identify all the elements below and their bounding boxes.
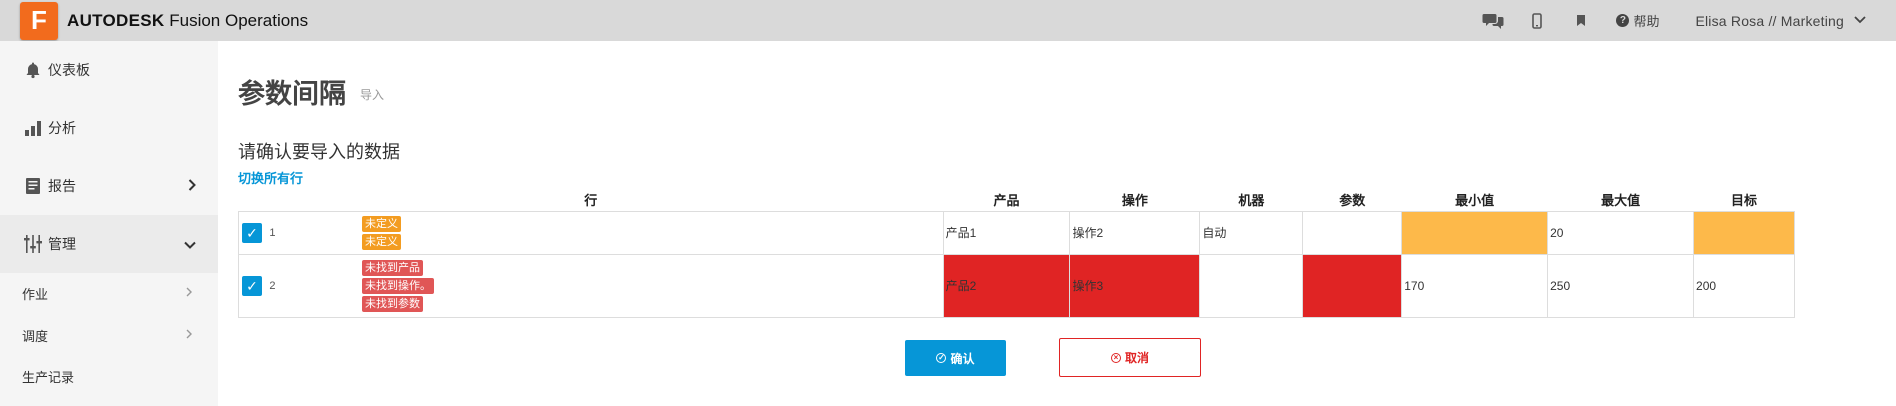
app-title: AUTODESK Fusion Operations [67,11,308,31]
sidebar: 仪表板 分析 报告 管理 作业 调度 生产记录 [0,41,218,406]
row-messages: 未找到产品 未找到操作。 未找到参数 [362,256,434,316]
sidebar-item-label: 管理 [48,236,76,252]
mobile-icon[interactable] [1522,0,1552,41]
cell-max: 250 [1547,253,1695,318]
section-title: 请确认要导入的数据 [238,142,400,162]
user-menu[interactable]: Elisa Rosa // Marketing [1695,13,1866,29]
cell-operation: 操作3 [1069,253,1201,318]
top-bar: F AUTODESK Fusion Operations ? 帮助 Elisa … [0,0,1896,41]
chevron-right-icon [188,178,196,194]
row-messages: 未定义 未定义 [362,212,401,254]
sidebar-item-reports[interactable]: 报告 [0,157,218,215]
cancel-button[interactable]: × 取消 [1059,338,1201,377]
cell-machine [1199,253,1304,318]
page-subtitle: 导入 [360,88,385,102]
sliders-icon [22,234,44,254]
import-data-table: 行 产品 操作 机器 参数 最小值 最大值 目标 ✓ 1 未定义 未定义 产品1… [238,188,1795,318]
toggle-all-rows-link[interactable]: 切换所有行 [238,168,303,187]
column-header: 行 [584,192,598,208]
column-header: 目标 [1731,192,1758,208]
table-row: ✓ 2 未找到产品 未找到操作。 未找到参数 产品2 操作3 170 250 2… [238,253,1795,318]
sidebar-item-label: 仪表板 [48,62,90,78]
help-link[interactable]: ? 帮助 [1616,11,1659,30]
sidebar-item-label: 报告 [48,178,76,194]
cell-max: 20 [1547,210,1695,255]
sidebar-item-management[interactable]: 管理 [0,215,218,273]
table-header-row: 行 产品 操作 机器 参数 最小值 最大值 目标 [239,188,1795,211]
column-header: 产品 [993,192,1020,208]
chevron-right-icon [186,328,192,342]
chevron-right-icon [186,286,192,300]
chevron-down-icon [184,236,196,252]
bell-icon [22,61,44,79]
cell-product: 产品2 [942,253,1071,318]
row-select-cell: ✓ 1 未定义 未定义 [238,210,944,255]
row-checkbox[interactable]: ✓ [242,222,262,243]
column-header: 最大值 [1601,192,1641,208]
column-header: 参数 [1339,192,1366,208]
sidebar-item-analytics[interactable]: 分析 [0,99,218,157]
column-header: 机器 [1238,192,1265,208]
column-header: 操作 [1121,192,1148,208]
sidebar-item-label: 分析 [48,120,76,136]
bookmark-icon[interactable] [1566,0,1596,41]
sidebar-subitem-production-records[interactable]: 生产记录 [0,356,218,396]
status-badge: 未找到参数 [362,295,423,312]
bar-chart-icon [22,119,44,137]
cell-machine: 自动 [1199,210,1304,255]
cell-parameter [1302,253,1403,318]
cell-operation: 操作2 [1069,210,1201,255]
status-badge: 未找到操作。 [362,277,434,294]
check-circle-icon: ✓ [936,353,947,363]
chevron-down-icon [1854,15,1866,27]
cell-target [1693,210,1795,255]
cell-min [1401,210,1549,255]
cell-product: 产品1 [942,210,1071,255]
status-badge: 未找到产品 [362,259,423,276]
chat-icon[interactable] [1478,0,1508,41]
cell-parameter [1302,210,1403,255]
row-number: 2 [269,279,276,292]
sidebar-item-dashboard[interactable]: 仪表板 [0,41,218,99]
page-title: 参数间隔 [238,79,346,109]
table-row: ✓ 1 未定义 未定义 产品1 操作2 自动 20 [238,210,1795,255]
cell-min: 170 [1401,253,1549,318]
cell-target: 200 [1693,253,1795,318]
fusion-logo[interactable]: F [20,1,58,40]
row-select-cell: ✓ 2 未找到产品 未找到操作。 未找到参数 [238,253,944,318]
status-badge: 未定义 [362,215,401,232]
row-checkbox[interactable]: ✓ [242,275,262,296]
cancel-circle-icon: × [1110,352,1121,363]
product-name: Fusion Operations [169,10,309,30]
sidebar-subitem-jobs[interactable]: 作业 [0,273,218,313]
top-right-controls: ? 帮助 Elisa Rosa // Marketing [1478,0,1896,41]
column-header: 最小值 [1455,192,1495,208]
confirm-button[interactable]: ✓ 确认 [905,340,1006,376]
row-number: 1 [269,226,276,239]
help-icon: ? [1616,14,1630,27]
report-icon [22,177,44,195]
sidebar-subitem-scheduling[interactable]: 调度 [0,315,218,355]
status-badge: 未定义 [362,233,401,250]
brand-name: AUTODESK [67,10,165,30]
